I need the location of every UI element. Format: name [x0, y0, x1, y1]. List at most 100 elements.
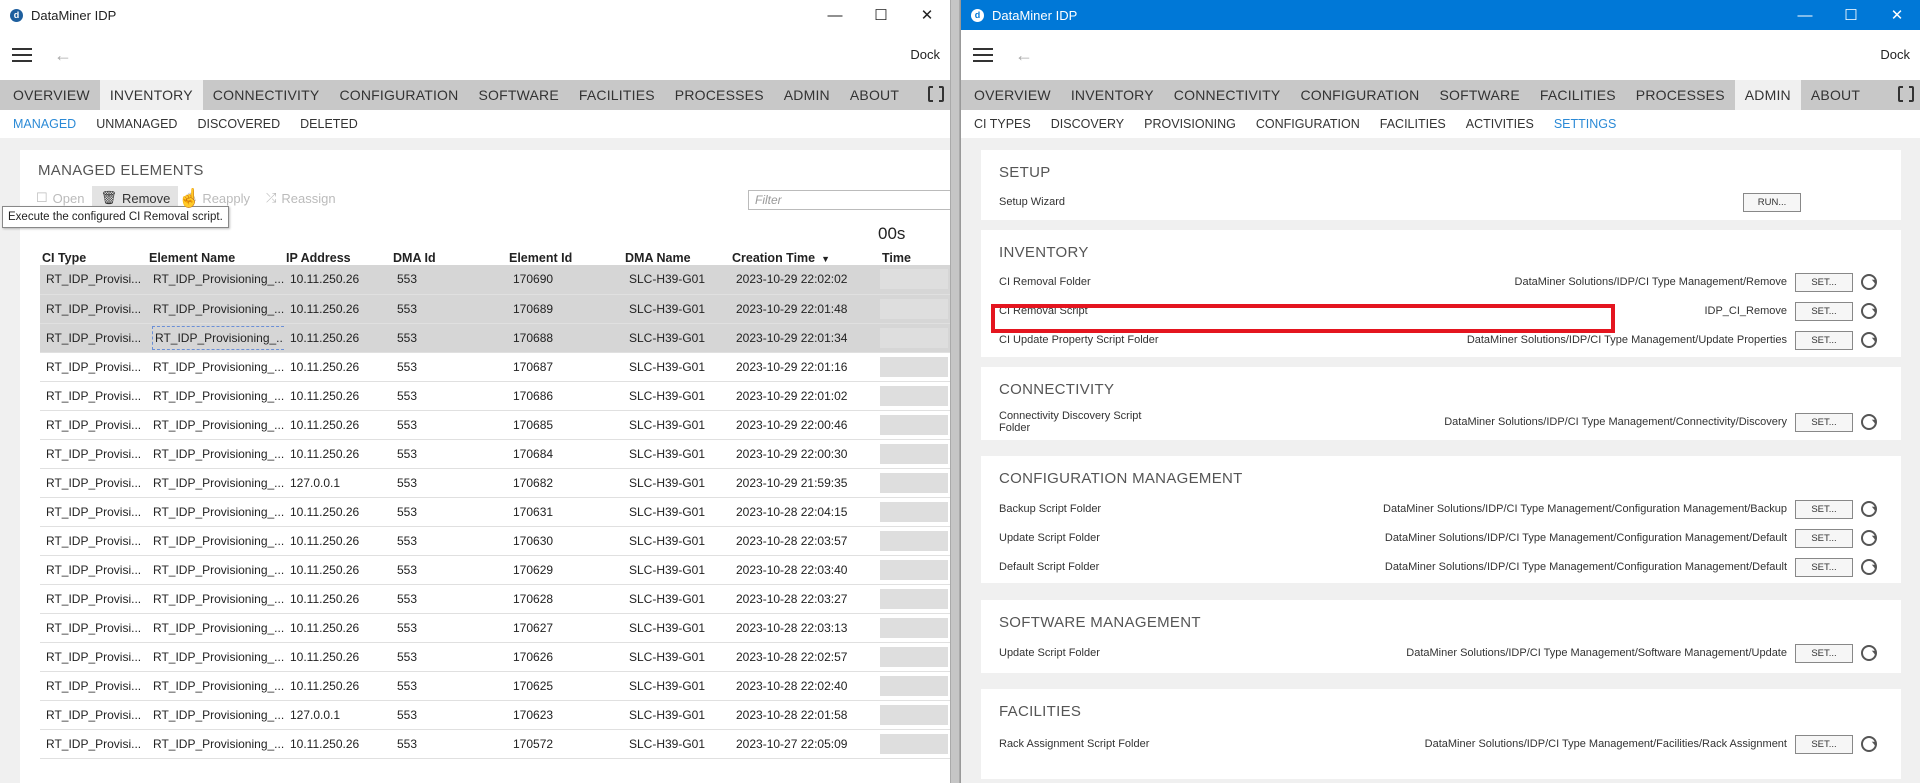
column-header-creation-time[interactable]: Creation Time ▼	[730, 250, 880, 265]
set-button[interactable]: SET...	[1795, 301, 1853, 321]
column-header-element-id[interactable]: Element Id	[507, 250, 623, 265]
fullscreen-icon[interactable]	[1898, 85, 1914, 103]
refresh-icon[interactable]	[1861, 501, 1877, 517]
table-row[interactable]: RT_IDP_Provisi... RT_IDP_Provisioning_...…	[40, 700, 950, 730]
column-header-ip-address[interactable]: IP Address	[284, 250, 391, 265]
table-row[interactable]: RT_IDP_Provisi... RT_IDP_Provisioning_...…	[40, 613, 950, 643]
set-button[interactable]: SET...	[1795, 412, 1853, 432]
set-button[interactable]: SET...	[1795, 330, 1853, 350]
close-icon[interactable]: ✕	[1874, 0, 1920, 30]
reassign-button[interactable]: ⤮ Reassign	[258, 186, 344, 210]
column-header-dma-id[interactable]: DMA Id	[391, 250, 507, 265]
cell-name: RT_IDP_Provisioning_...	[147, 555, 284, 585]
refresh-icon[interactable]	[1861, 303, 1877, 319]
refresh-icon[interactable]	[1861, 332, 1877, 348]
maximize-icon[interactable]: ☐	[858, 0, 904, 30]
subtab-unmanaged[interactable]: UNMANAGED	[86, 117, 187, 131]
tab-about[interactable]: ABOUT	[1801, 80, 1870, 110]
tab-software[interactable]: SOFTWARE	[1429, 80, 1529, 110]
tab-inventory[interactable]: INVENTORY	[99, 80, 203, 110]
subtab-managed[interactable]: MANAGED	[3, 117, 86, 131]
subtab-provisioning[interactable]: PROVISIONING	[1134, 117, 1246, 131]
time-bar	[880, 443, 948, 464]
cell-created: 2023-10-29 22:01:02	[730, 381, 880, 411]
tab-about[interactable]: ABOUT	[840, 80, 909, 110]
tab-overview[interactable]: OVERVIEW	[964, 80, 1061, 110]
table-row[interactable]: RT_IDP_Provisi... RT_IDP_Provisioning_...…	[40, 671, 950, 701]
column-header-element-name[interactable]: Element Name	[147, 250, 284, 265]
table-row[interactable]: RT_IDP_Provisi... RT_IDP_Provisioning_...…	[40, 497, 950, 527]
window-splitter[interactable]	[950, 0, 960, 783]
refresh-icon[interactable]	[1861, 559, 1877, 575]
back-arrow-icon[interactable]: ←	[54, 45, 72, 66]
subtab-deleted[interactable]: DELETED	[290, 117, 368, 131]
dock-button[interactable]: Dock	[1880, 47, 1910, 62]
cell-name: RT_IDP_Provisioning_...	[147, 671, 284, 701]
refresh-icon[interactable]	[1861, 645, 1877, 661]
run-button[interactable]: RUN...	[1743, 192, 1801, 212]
minimize-icon[interactable]: —	[1782, 0, 1828, 30]
refresh-icon[interactable]	[1861, 530, 1877, 546]
tab-configuration[interactable]: CONFIGURATION	[329, 80, 468, 110]
set-button[interactable]: SET...	[1795, 499, 1853, 519]
table-row[interactable]: RT_IDP_Provisi... RT_IDP_Provisioning_...…	[40, 410, 950, 440]
cell-value: RT_IDP_Provisioning_...	[153, 562, 284, 577]
refresh-icon[interactable]	[1861, 274, 1877, 290]
table-row[interactable]: RT_IDP_Provisi... RT_IDP_Provisioning_...…	[40, 323, 950, 353]
setting-value: DataMiner Solutions/IDP/CI Type Manageme…	[1384, 561, 1787, 573]
minimize-icon[interactable]: —	[812, 0, 858, 30]
tab-configuration[interactable]: CONFIGURATION	[1290, 80, 1429, 110]
tab-facilities[interactable]: FACILITIES	[1530, 80, 1626, 110]
refresh-icon[interactable]	[1861, 414, 1877, 430]
fullscreen-icon[interactable]	[928, 85, 944, 103]
back-arrow-icon[interactable]: ←	[1015, 45, 1033, 66]
set-button[interactable]: SET...	[1795, 272, 1853, 292]
set-button[interactable]: SET...	[1795, 557, 1853, 577]
app-title: DataMiner IDP	[992, 7, 1078, 23]
dock-button[interactable]: Dock	[910, 47, 940, 62]
table-row[interactable]: RT_IDP_Provisi... RT_IDP_Provisioning_...…	[40, 555, 950, 585]
tab-inventory[interactable]: INVENTORY	[1061, 80, 1164, 110]
tab-connectivity[interactable]: CONNECTIVITY	[203, 80, 330, 110]
column-header-ci-type[interactable]: CI Type	[40, 250, 147, 265]
subtab-discovered[interactable]: DISCOVERED	[187, 117, 290, 131]
set-button[interactable]: SET...	[1795, 643, 1853, 663]
tab-software[interactable]: SOFTWARE	[468, 80, 568, 110]
tab-processes[interactable]: PROCESSES	[1626, 80, 1735, 110]
hamburger-menu-icon[interactable]	[973, 48, 993, 62]
tab-admin[interactable]: ADMIN	[1734, 80, 1801, 110]
filter-input[interactable]: Filter	[748, 190, 950, 210]
setting-label: Default Script Folder	[999, 561, 1100, 573]
set-button[interactable]: SET...	[1795, 734, 1853, 754]
subtab-ci-types[interactable]: CI TYPES	[964, 117, 1041, 131]
hamburger-menu-icon[interactable]	[12, 48, 32, 62]
table-row[interactable]: RT_IDP_Provisi... RT_IDP_Provisioning_...…	[40, 439, 950, 469]
table-row[interactable]: RT_IDP_Provisi... RT_IDP_Provisioning_...…	[40, 584, 950, 614]
set-button[interactable]: SET...	[1795, 528, 1853, 548]
tab-connectivity[interactable]: CONNECTIVITY	[1164, 80, 1291, 110]
column-header-dma-name[interactable]: DMA Name	[623, 250, 730, 265]
tab-processes[interactable]: PROCESSES	[665, 80, 774, 110]
maximize-icon[interactable]: ☐	[1828, 0, 1874, 30]
tab-facilities[interactable]: FACILITIES	[569, 80, 665, 110]
table-row[interactable]: RT_IDP_Provisi... RT_IDP_Provisioning_...…	[40, 468, 950, 498]
table-row[interactable]: RT_IDP_Provisi... RT_IDP_Provisioning_...…	[40, 642, 950, 672]
tab-overview[interactable]: OVERVIEW	[3, 80, 100, 110]
table-row[interactable]: RT_IDP_Provisi... RT_IDP_Provisioning_...…	[40, 352, 950, 382]
tab-admin[interactable]: ADMIN	[774, 80, 840, 110]
table-row[interactable]: RT_IDP_Provisi... RT_IDP_Provisioning_...…	[40, 729, 950, 759]
column-header-time[interactable]: Time	[880, 250, 950, 265]
refresh-icon[interactable]	[1861, 736, 1877, 752]
subtab-configuration[interactable]: CONFIGURATION	[1246, 117, 1370, 131]
table-row[interactable]: RT_IDP_Provisi... RT_IDP_Provisioning_...…	[40, 381, 950, 411]
table-row[interactable]: RT_IDP_Provisi... RT_IDP_Provisioning_...…	[40, 294, 950, 324]
subtab-settings[interactable]: SETTINGS	[1544, 117, 1627, 131]
subtab-facilities[interactable]: FACILITIES	[1370, 117, 1456, 131]
subtab-discovery[interactable]: DISCOVERY	[1041, 117, 1134, 131]
subtab-activities[interactable]: ACTIVITIES	[1456, 117, 1544, 131]
table-row[interactable]: RT_IDP_Provisi... RT_IDP_Provisioning_...…	[40, 526, 950, 556]
cell-value: RT_IDP_Provisioning_...	[153, 707, 284, 722]
cell-name: RT_IDP_Provisioning_...	[147, 381, 284, 411]
table-row[interactable]: RT_IDP_Provisi... RT_IDP_Provisioning_...…	[40, 265, 950, 295]
close-icon[interactable]: ✕	[904, 0, 950, 30]
